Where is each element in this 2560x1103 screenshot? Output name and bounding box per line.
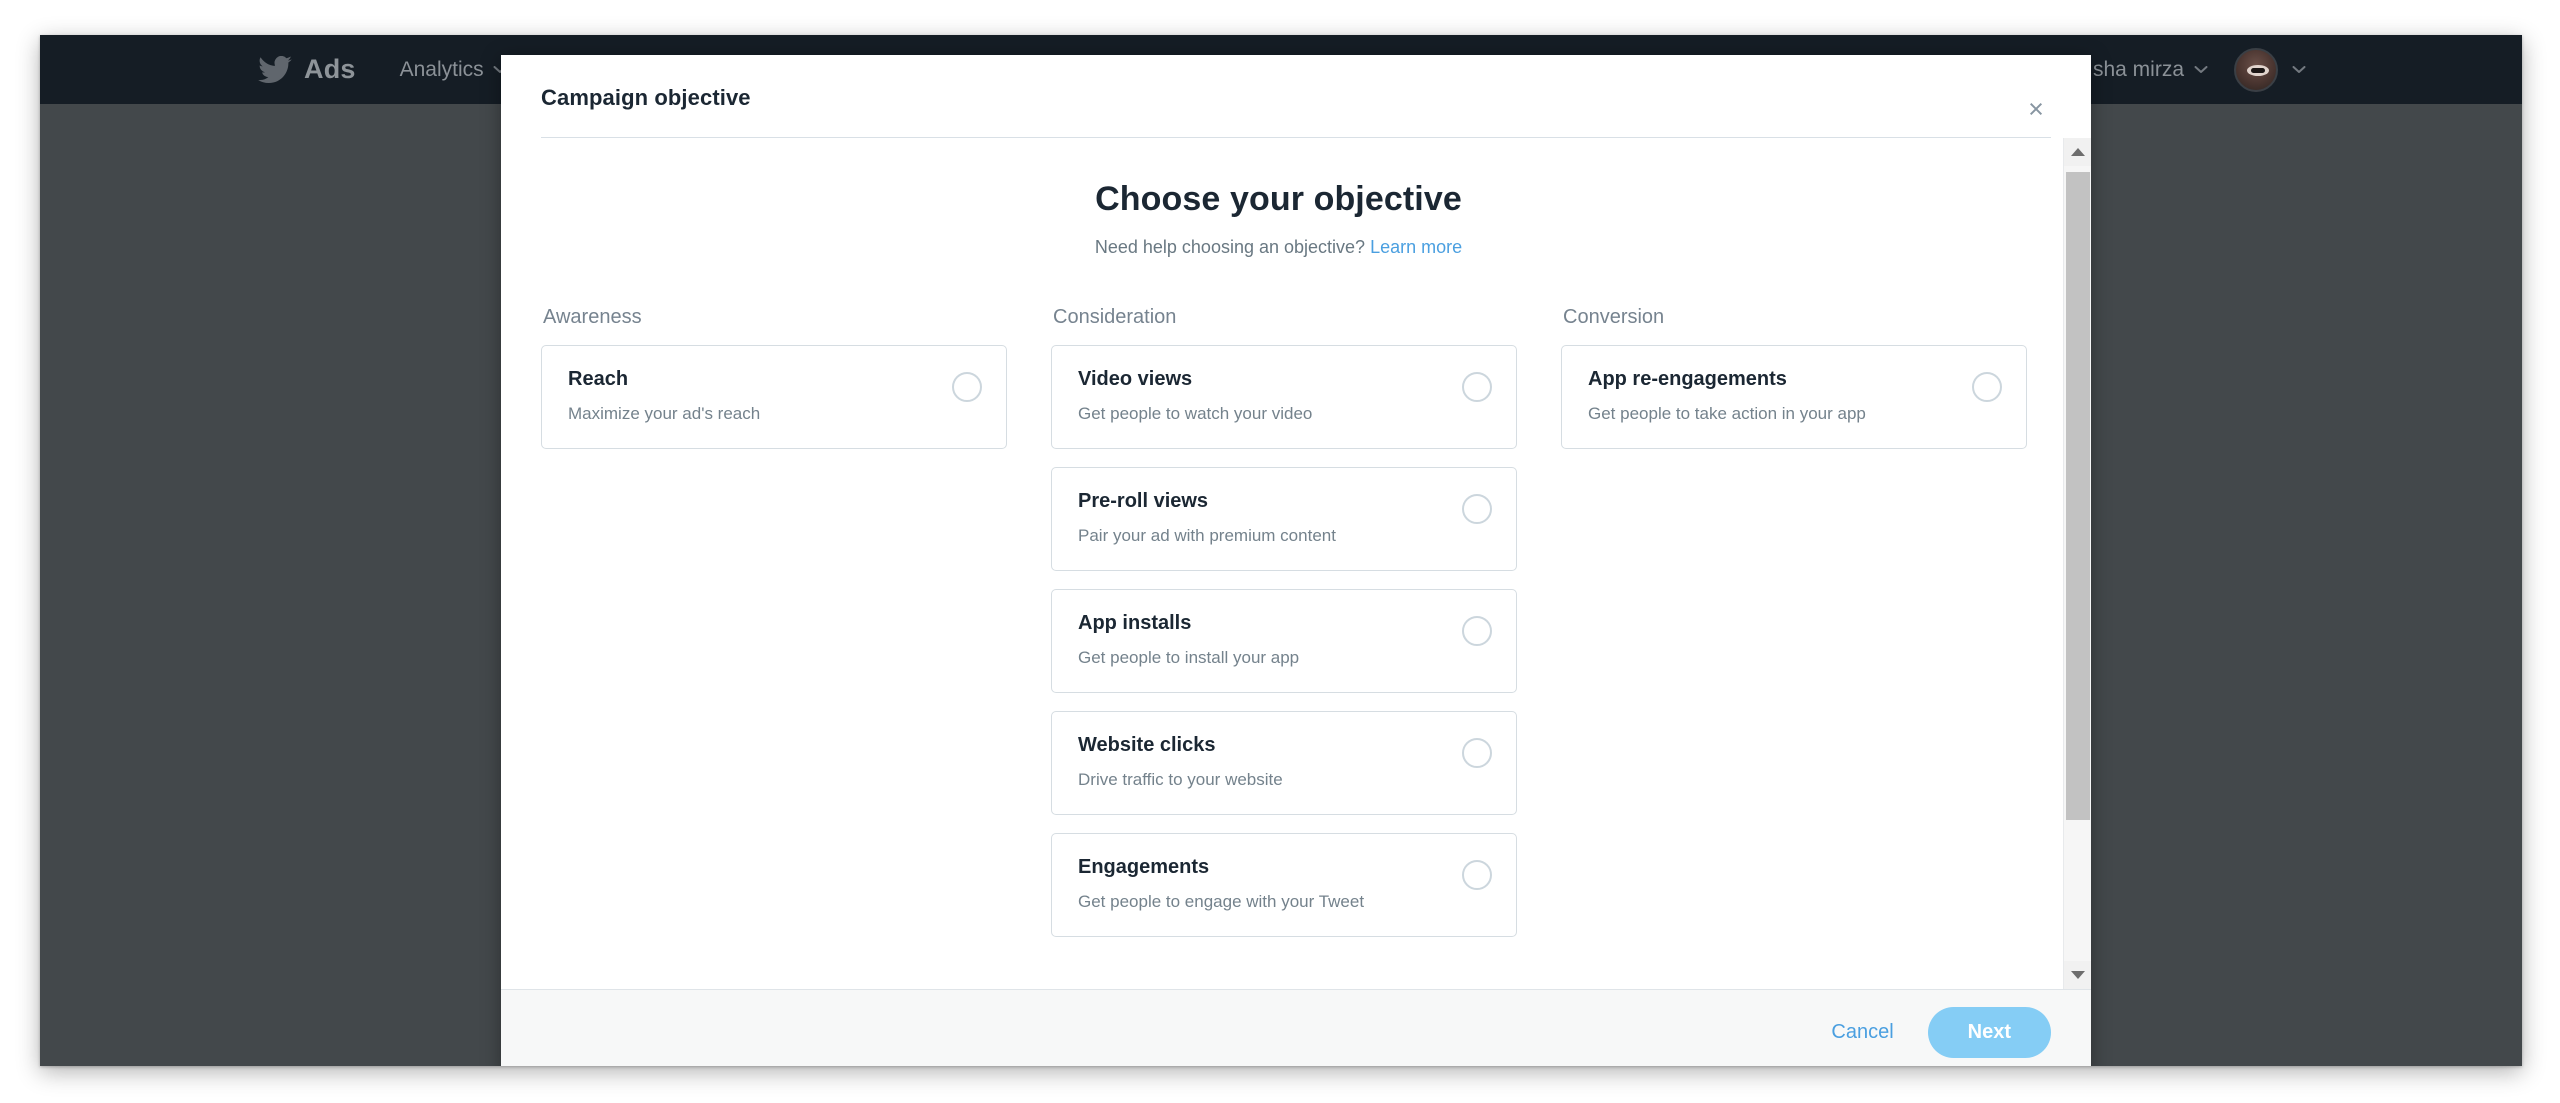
- account-menu[interactable]: sha mirza: [2093, 58, 2208, 82]
- objective-card-title: App re-engagements: [1588, 368, 1787, 390]
- column-consideration: Consideration Video views Get people to …: [1051, 306, 1561, 955]
- browser-window: Ads Analytics sha mirza Campaign objecti…: [40, 35, 2522, 1066]
- nav-left-group: Ads Analytics: [258, 54, 507, 85]
- modal-header: Campaign objective ×: [501, 55, 2091, 138]
- next-button[interactable]: Next: [1927, 1007, 2051, 1058]
- objective-card-description: Get people to take action in your app: [1588, 404, 1866, 423]
- objective-card-video-views[interactable]: Video views Get people to watch your vid…: [1051, 345, 1517, 449]
- avatar: [2234, 47, 2278, 92]
- objective-card-description: Pair your ad with premium content: [1078, 526, 1336, 545]
- objective-card-website-clicks[interactable]: Website clicks Drive traffic to your web…: [1051, 711, 1517, 815]
- account-name-label: sha mirza: [2092, 57, 2184, 81]
- objective-card-title: Video views: [1078, 368, 1193, 390]
- objective-card-pre-roll-views[interactable]: Pre-roll views Pair your ad with premium…: [1051, 467, 1517, 571]
- column-title-conversion: Conversion: [1563, 306, 1665, 328]
- radio-button[interactable]: [952, 372, 982, 402]
- column-title-awareness: Awareness: [543, 306, 642, 328]
- objective-card-description: Drive traffic to your website: [1078, 770, 1283, 789]
- cancel-button[interactable]: Cancel: [1831, 1021, 1893, 1044]
- modal-title: Campaign objective: [541, 85, 751, 110]
- page-subtitle: Need help choosing an objective? Learn m…: [541, 237, 2016, 258]
- objective-card-app-re-engagements[interactable]: App re-engagements Get people to take ac…: [1561, 345, 2027, 449]
- objective-card-title: App installs: [1078, 612, 1192, 634]
- page-subtitle-text: Need help choosing an objective?: [1094, 237, 1366, 257]
- brand-label: Ads: [304, 54, 356, 84]
- twitter-bird-icon: [258, 55, 292, 83]
- scrollbar-track[interactable]: [2064, 166, 2091, 961]
- column-title-consideration: Consideration: [1053, 306, 1177, 328]
- scroll-down-arrow-icon[interactable]: [2064, 961, 2091, 989]
- radio-button[interactable]: [1462, 860, 1492, 890]
- chevron-down-icon: [2292, 66, 2306, 73]
- radio-button[interactable]: [1462, 494, 1492, 524]
- modal-body: Choose your objective Need help choosing…: [501, 138, 2056, 989]
- objective-card-reach[interactable]: Reach Maximize your ad's reach: [541, 345, 1007, 449]
- objective-card-title: Reach: [568, 368, 629, 390]
- nav-item-analytics[interactable]: Analytics: [400, 58, 507, 82]
- chevron-down-icon: [2194, 66, 2208, 73]
- modal-body-wrapper: Choose your objective Need help choosing…: [501, 138, 2091, 989]
- radio-button[interactable]: [1462, 616, 1492, 646]
- objective-card-description: Get people to install your app: [1078, 648, 1300, 667]
- objective-card-description: Maximize your ad's reach: [568, 404, 761, 423]
- nav-item-analytics-label: Analytics: [399, 57, 484, 81]
- scrollbar-thumb[interactable]: [2066, 172, 2090, 820]
- close-icon[interactable]: ×: [2021, 95, 2051, 125]
- avatar-menu[interactable]: [2234, 47, 2306, 92]
- nav-right-group: sha mirza: [2093, 35, 2306, 104]
- modal-footer: Cancel Next: [501, 989, 2091, 1066]
- column-conversion: Conversion App re-engagements Get people…: [1561, 306, 2056, 955]
- twitter-ads-brand[interactable]: Ads: [258, 54, 356, 85]
- objective-card-description: Get people to watch your video: [1078, 404, 1313, 423]
- objective-card-description: Get people to engage with your Tweet: [1078, 892, 1365, 911]
- column-awareness: Awareness Reach Maximize your ad's reach: [541, 306, 1051, 955]
- objective-card-title: Website clicks: [1078, 734, 1216, 756]
- objective-card-title: Engagements: [1078, 856, 1210, 878]
- objective-card-title: Pre-roll views: [1078, 490, 1209, 512]
- radio-button[interactable]: [1462, 738, 1492, 768]
- page-title: Choose your objective: [1095, 180, 1462, 218]
- objective-card-engagements[interactable]: Engagements Get people to engage with yo…: [1051, 833, 1517, 937]
- objective-columns: Awareness Reach Maximize your ad's reach…: [541, 306, 2027, 955]
- scroll-up-arrow-icon[interactable]: [2064, 138, 2091, 166]
- radio-button[interactable]: [1462, 372, 1492, 402]
- objective-card-app-installs[interactable]: App installs Get people to install your …: [1051, 589, 1517, 693]
- campaign-objective-modal: Campaign objective × Choose your objecti…: [501, 55, 2091, 1066]
- learn-more-link[interactable]: Learn more: [1370, 237, 1462, 257]
- modal-scrollbar[interactable]: [2063, 138, 2091, 989]
- radio-button[interactable]: [1972, 372, 2002, 402]
